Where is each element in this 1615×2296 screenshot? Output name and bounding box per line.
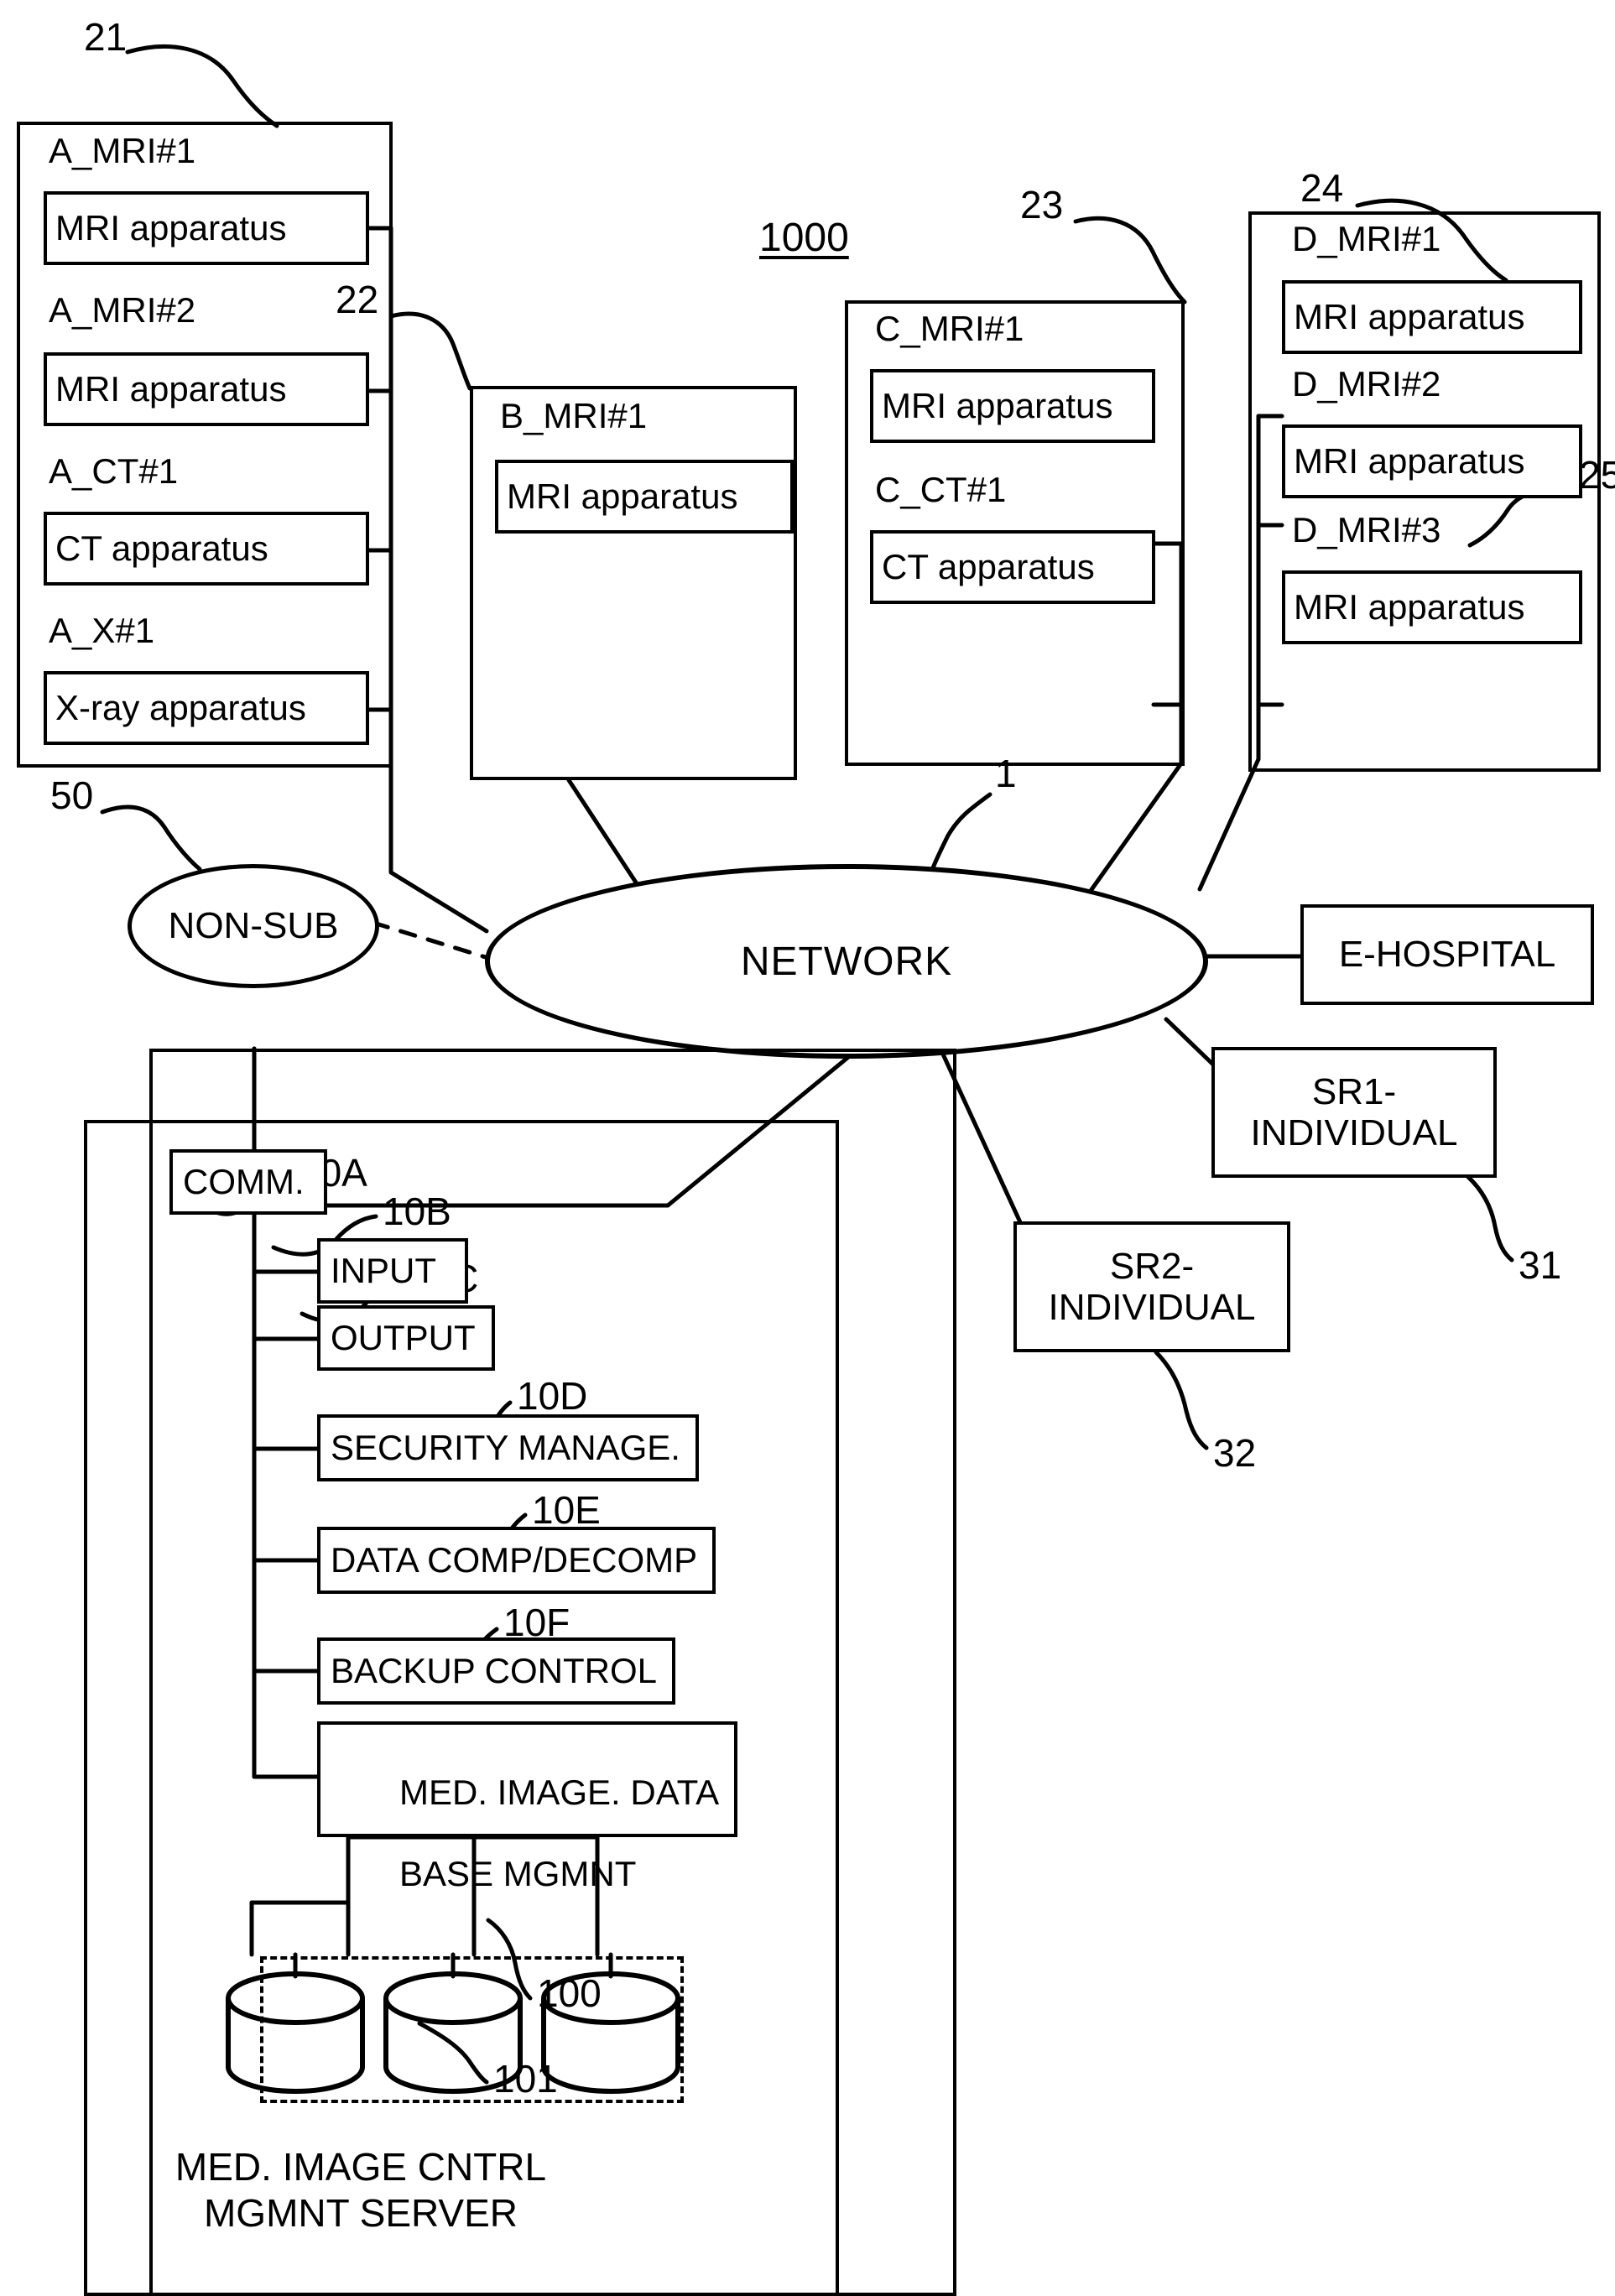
module-box-data-comp-decomp: DATA COMP/DECOMP <box>317 1527 716 1594</box>
server-caption-line2: MGMNT SERVER <box>203 2191 518 2236</box>
apparatus-box-a-mri-2: MRI apparatus <box>44 352 369 426</box>
device-tag-c-mri-1: C_MRI#1 <box>875 309 1024 348</box>
apparatus-label: CT apparatus <box>882 547 1095 586</box>
network-node: NETWORK <box>485 864 1208 1059</box>
module-box-security-manage: SECURITY MANAGE. <box>317 1414 699 1481</box>
apparatus-label: MRI apparatus <box>1294 441 1525 481</box>
device-tag-b-mri-1: B_MRI#1 <box>500 396 648 435</box>
apparatus-box-d-mri-2: MRI apparatus <box>1282 424 1582 498</box>
device-tag-d-mri-2: D_MRI#2 <box>1292 364 1441 403</box>
apparatus-box-c-ct-1: CT apparatus <box>870 530 1155 604</box>
figure-id: 1000 <box>759 216 849 260</box>
apparatus-label: MRI apparatus <box>507 476 738 516</box>
module-label-input: INPUT <box>331 1250 436 1290</box>
device-tag-d-mri-3: D_MRI#3 <box>1292 510 1441 549</box>
apparatus-label: X-ray apparatus <box>55 688 306 727</box>
sr1-label-line1: SR1- <box>1311 1070 1397 1112</box>
module-box-backup-control: BACKUP CONTROL <box>317 1637 675 1705</box>
patent-figure: 1000 21 22 23 24 25 50 1 31 32 10A 10B 1… <box>0 0 1615 2296</box>
non-sub-node: NON-SUB <box>128 864 379 988</box>
device-tag-a-mri-2: A_MRI#2 <box>49 290 196 330</box>
apparatus-label: MRI apparatus <box>882 386 1113 425</box>
apparatus-box-a-mri-1: MRI apparatus <box>44 191 369 265</box>
device-tag-a-x-1: A_X#1 <box>49 611 155 650</box>
terminal-box-e-hospital: E-HOSPITAL <box>1300 904 1594 1005</box>
terminal-box-sr1-individual: SR1- INDIVIDUAL <box>1211 1047 1497 1178</box>
module-label-output: OUTPUT <box>331 1317 476 1357</box>
ref-numeral-50: 50 <box>50 773 94 817</box>
module-label-backup-control: BACKUP CONTROL <box>331 1650 657 1690</box>
terminal-box-sr2-individual: SR2- INDIVIDUAL <box>1013 1221 1290 1352</box>
apparatus-box-a-ct-1: CT apparatus <box>44 512 369 586</box>
site-box-22 <box>470 386 797 780</box>
module-label-med-image-data-line1: MED. IMAGE. DATA <box>399 1772 720 1812</box>
ref-numeral-23: 23 <box>1020 183 1064 226</box>
module-label-med-image-data-line2: BASE MGMNT <box>399 1854 637 1894</box>
module-box-med-image-database-mgmnt: MED. IMAGE. DATA BASE MGMNT <box>317 1721 738 1893</box>
apparatus-label: CT apparatus <box>55 528 268 568</box>
apparatus-label: MRI apparatus <box>1294 587 1525 627</box>
apparatus-box-b-mri-1: MRI apparatus <box>495 460 794 534</box>
device-tag-a-ct-1: A_CT#1 <box>49 451 179 491</box>
storage-group-dashed-boundary <box>260 1956 684 2103</box>
ref-numeral-32: 32 <box>1213 1431 1257 1475</box>
sr1-label-line2: INDIVIDUAL <box>1250 1112 1458 1153</box>
module-label-comm: COMM. <box>183 1161 305 1201</box>
sr2-label-line1: SR2- <box>1109 1245 1195 1287</box>
device-tag-a-mri-1: A_MRI#1 <box>49 131 196 170</box>
server-caption: MED. IMAGE CNTRL MGMNT SERVER <box>143 2144 579 2236</box>
apparatus-label: MRI apparatus <box>55 369 287 409</box>
network-label: NETWORK <box>740 939 953 984</box>
device-tag-d-mri-1: D_MRI#1 <box>1292 219 1441 258</box>
sr2-label-line2: INDIVIDUAL <box>1048 1287 1256 1328</box>
apparatus-box-d-mri-1: MRI apparatus <box>1282 280 1582 354</box>
apparatus-label: MRI apparatus <box>1294 297 1525 336</box>
apparatus-box-d-mri-3: MRI apparatus <box>1282 570 1582 644</box>
ref-numeral-24: 24 <box>1300 166 1344 210</box>
non-sub-label: NON-SUB <box>168 905 339 946</box>
module-label-data-comp-decomp: DATA COMP/DECOMP <box>331 1539 698 1580</box>
apparatus-box-a-x-1: X-ray apparatus <box>44 671 369 745</box>
ref-numeral-21: 21 <box>84 15 128 59</box>
server-caption-line1: MED. IMAGE CNTRL <box>175 2145 547 2189</box>
e-hospital-label: E-HOSPITAL <box>1338 934 1556 976</box>
device-tag-c-ct-1: C_CT#1 <box>875 470 1007 509</box>
ref-numeral-31: 31 <box>1519 1243 1562 1287</box>
module-box-comm: COMM. <box>169 1149 327 1215</box>
apparatus-box-c-mri-1: MRI apparatus <box>870 369 1155 443</box>
module-label-security-manage: SECURITY MANAGE. <box>331 1427 680 1467</box>
module-box-input: INPUT <box>317 1238 468 1304</box>
apparatus-label: MRI apparatus <box>55 208 287 247</box>
module-box-output: OUTPUT <box>317 1305 495 1371</box>
